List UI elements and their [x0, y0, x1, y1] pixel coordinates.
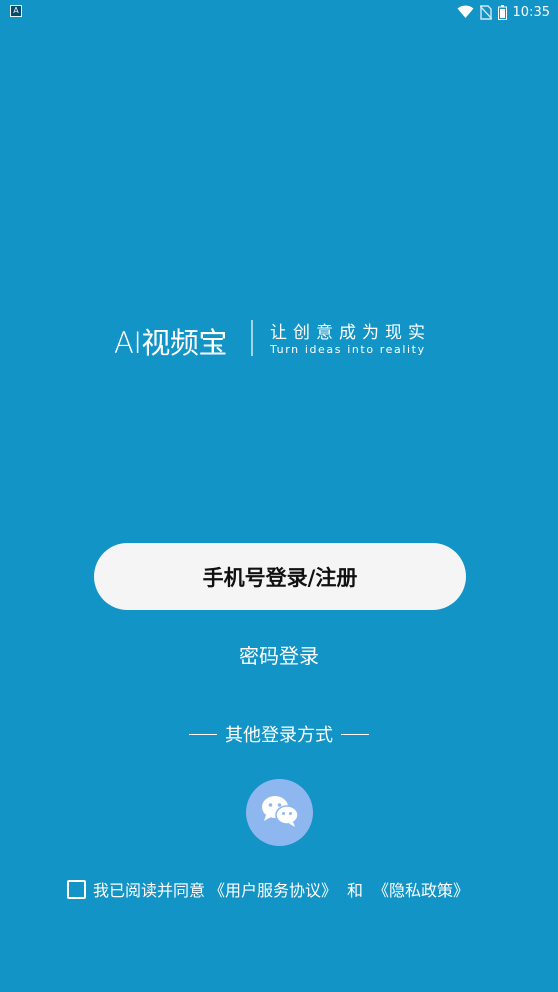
divider-line-left — [189, 733, 217, 735]
slogan-english: Turn ideas into reality — [270, 343, 426, 356]
a-letter-icon: A — [10, 5, 22, 17]
slogan-chinese: 让创意成为现实 — [270, 323, 431, 343]
status-icons: 10:35 — [457, 2, 550, 22]
other-login-methods: 其他登录方式 — [0, 721, 558, 747]
wechat-login-button[interactable] — [246, 779, 313, 846]
wifi-icon — [457, 5, 474, 19]
password-login-link[interactable]: 密码登录 — [0, 640, 558, 669]
status-bar: A 10:35 — [0, 0, 558, 24]
wechat-icon — [260, 794, 300, 832]
agreement-row: 我已阅读并同意 《用户服务协议》 和 《隐私政策》 — [67, 877, 473, 901]
user-agreement-link[interactable]: 《用户服务协议》 — [209, 877, 337, 901]
app-name: AI视频宝 — [114, 326, 227, 360]
no-sim-icon — [479, 4, 492, 20]
app-logo: AI视频宝 让创意成为现实 Turn ideas into reality — [114, 316, 454, 360]
login-screen: A 10:35 AI视频宝 让创意成为现实 Turn ideas into re… — [0, 0, 558, 992]
other-login-label: 其他登录方式 — [225, 725, 333, 746]
battery-icon — [497, 4, 507, 20]
logo-divider — [251, 320, 253, 356]
phone-login-button[interactable]: 手机号登录/注册 — [94, 543, 466, 610]
agreement-checkbox[interactable] — [67, 879, 86, 899]
privacy-policy-link[interactable]: 《隐私政策》 — [373, 877, 469, 901]
status-time: 10:35 — [512, 4, 550, 20]
agreement-and: 和 — [347, 881, 364, 900]
agreement-prefix: 我已阅读并同意 — [93, 881, 206, 900]
divider-line-right — [341, 733, 369, 735]
